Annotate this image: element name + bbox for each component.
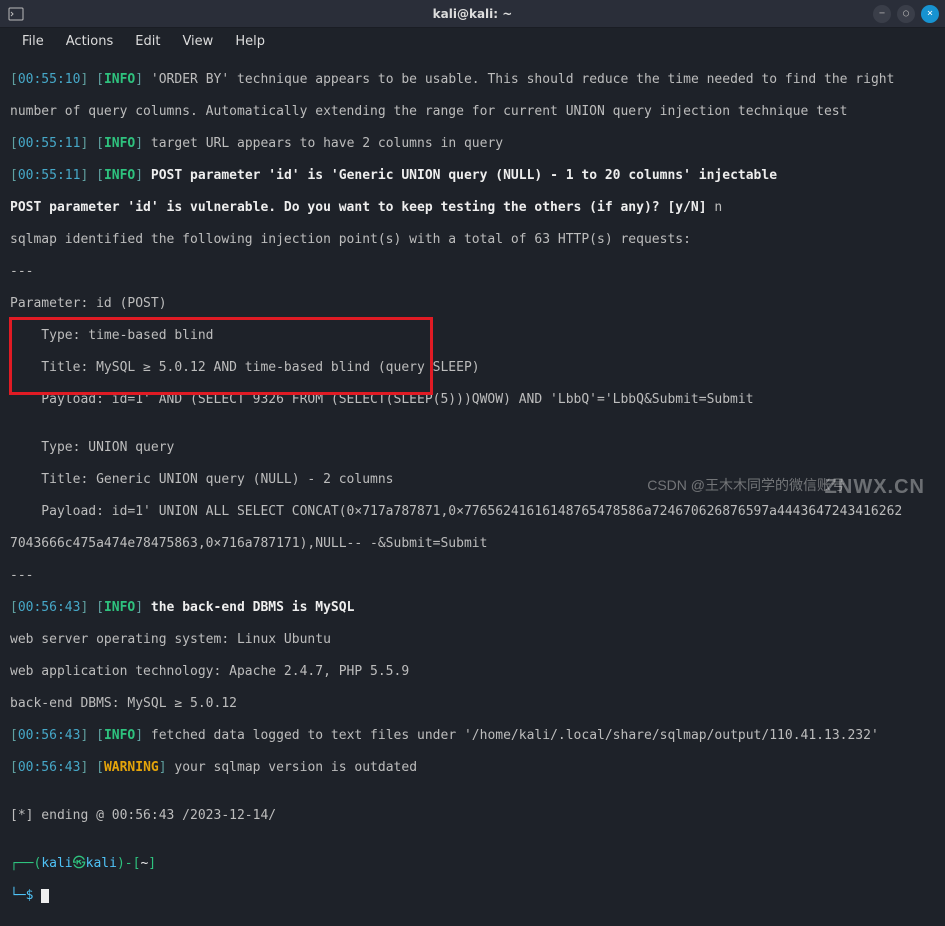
log-line: [00:56:43] [INFO] the back-end DBMS is M… xyxy=(10,600,935,616)
cursor xyxy=(41,889,49,903)
log-line: Title: MySQL ≥ 5.0.12 AND time-based bli… xyxy=(10,360,935,376)
menu-help[interactable]: Help xyxy=(225,31,275,52)
menu-view[interactable]: View xyxy=(172,31,223,52)
titlebar-left xyxy=(8,6,24,22)
close-button[interactable]: × xyxy=(921,5,939,23)
log-line: [00:55:11] [INFO] target URL appears to … xyxy=(10,136,935,152)
log-line: Type: time-based blind xyxy=(10,328,935,344)
window-titlebar: kali@kali: ~ − ○ × xyxy=(0,0,945,28)
menu-file[interactable]: File xyxy=(12,31,54,52)
prompt-line-2[interactable]: └─$ xyxy=(10,888,935,904)
log-line: [00:55:10] [INFO] 'ORDER BY' technique a… xyxy=(10,72,935,88)
log-line: --- xyxy=(10,568,935,584)
terminal-icon xyxy=(8,6,24,22)
log-line: [00:56:43] [INFO] fetched data logged to… xyxy=(10,728,935,744)
prompt-line-1: ┌──(kali㉿kali)-[~] xyxy=(10,856,935,872)
menu-edit[interactable]: Edit xyxy=(125,31,170,52)
log-line: [00:55:11] [INFO] POST parameter 'id' is… xyxy=(10,168,935,184)
log-line: web server operating system: Linux Ubunt… xyxy=(10,632,935,648)
log-line: web application technology: Apache 2.4.7… xyxy=(10,664,935,680)
log-line: --- xyxy=(10,264,935,280)
log-line: Title: Generic UNION query (NULL) - 2 co… xyxy=(10,472,935,488)
terminal-output[interactable]: [00:55:10] [INFO] 'ORDER BY' technique a… xyxy=(0,54,945,926)
log-line: [00:56:43] [WARNING] your sqlmap version… xyxy=(10,760,935,776)
menu-actions[interactable]: Actions xyxy=(56,31,124,52)
log-line: Payload: id=1' UNION ALL SELECT CONCAT(0… xyxy=(10,504,935,520)
log-line: 7043666c475a474e78475863,0×716a787171),N… xyxy=(10,536,935,552)
log-line: POST parameter 'id' is vulnerable. Do yo… xyxy=(10,200,935,216)
log-line: back-end DBMS: MySQL ≥ 5.0.12 xyxy=(10,696,935,712)
log-line: sqlmap identified the following injectio… xyxy=(10,232,935,248)
log-line: Payload: id=1' AND (SELECT 9326 FROM (SE… xyxy=(10,392,935,408)
maximize-button[interactable]: ○ xyxy=(897,5,915,23)
log-line: Parameter: id (POST) xyxy=(10,296,935,312)
minimize-button[interactable]: − xyxy=(873,5,891,23)
log-line: number of query columns. Automatically e… xyxy=(10,104,935,120)
menubar: File Actions Edit View Help xyxy=(0,28,945,54)
log-line: Type: UNION query xyxy=(10,440,935,456)
window-controls: − ○ × xyxy=(873,5,939,23)
log-line: [*] ending @ 00:56:43 /2023-12-14/ xyxy=(10,808,935,824)
window-title: kali@kali: ~ xyxy=(433,7,513,21)
